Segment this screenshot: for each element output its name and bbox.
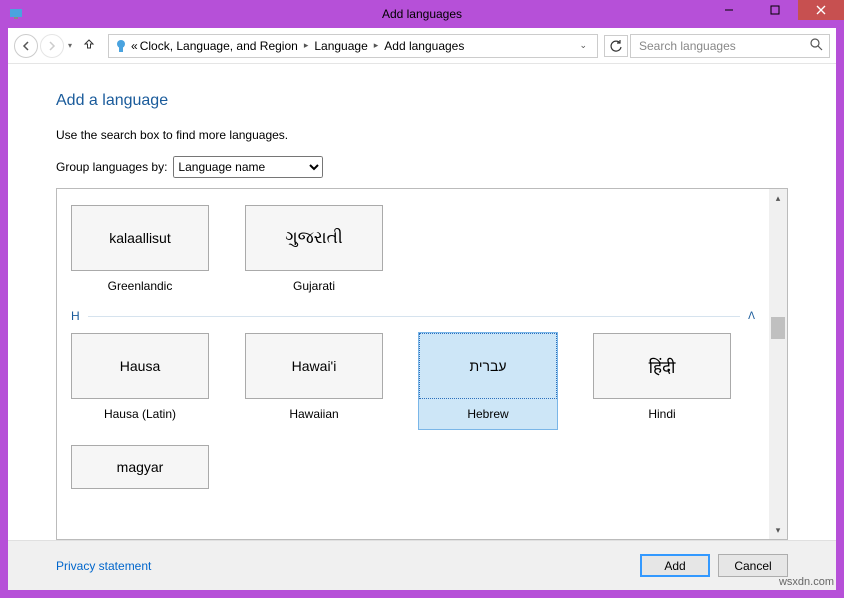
titlebar[interactable]: Add languages xyxy=(0,0,844,28)
language-name: Greenlandic xyxy=(71,279,209,293)
window-body: ▾ « Clock, Language, and Region ▸ Langua… xyxy=(8,28,836,590)
language-row: magyar xyxy=(71,445,755,489)
language-tile[interactable]: ગુજરાતી xyxy=(245,205,383,271)
minimize-button[interactable] xyxy=(706,0,752,20)
scroll-track[interactable] xyxy=(769,207,787,521)
scrollbar[interactable]: ▴ ▾ xyxy=(769,189,787,539)
group-by-select[interactable]: Language name xyxy=(173,156,323,178)
breadcrumb-item-language[interactable]: Language xyxy=(314,39,367,53)
language-item-hausa[interactable]: Hausa Hausa (Latin) xyxy=(71,333,209,429)
back-button[interactable] xyxy=(14,34,38,58)
search-icon xyxy=(810,38,823,54)
language-item-hebrew[interactable]: עברית Hebrew xyxy=(419,333,557,429)
location-icon xyxy=(113,38,129,54)
app-icon xyxy=(8,6,24,22)
language-item-hawaiian[interactable]: Hawai'i Hawaiian xyxy=(245,333,383,429)
language-row: Hausa Hausa (Latin) Hawai'i Hawaiian עבר… xyxy=(71,333,755,429)
language-tile[interactable]: Hausa xyxy=(71,333,209,399)
group-by-label: Group languages by: xyxy=(56,160,167,174)
language-name: Hausa (Latin) xyxy=(71,407,209,421)
language-item-gujarati[interactable]: ગુજરાતી Gujarati xyxy=(245,205,383,293)
cancel-button[interactable]: Cancel xyxy=(718,554,788,577)
refresh-button[interactable] xyxy=(604,35,628,57)
breadcrumb-item-add-languages[interactable]: Add languages xyxy=(384,39,464,53)
maximize-button[interactable] xyxy=(752,0,798,20)
language-tile[interactable]: kalaallisut xyxy=(71,205,209,271)
breadcrumb-dropdown-icon[interactable]: ⌄ xyxy=(573,40,593,51)
language-name: Hawaiian xyxy=(245,407,383,421)
breadcrumb[interactable]: « Clock, Language, and Region ▸ Language… xyxy=(108,34,598,58)
nav-row: ▾ « Clock, Language, and Region ▸ Langua… xyxy=(8,28,836,64)
section-header-h[interactable]: H ᐱ xyxy=(71,309,755,323)
language-row: kalaallisut Greenlandic ગુજરાતી Gujarati xyxy=(71,205,755,293)
close-button[interactable] xyxy=(798,0,844,20)
section-label: H xyxy=(71,309,80,323)
language-list-box: kalaallisut Greenlandic ગુજરાતી Gujarati… xyxy=(56,188,788,540)
language-item-hindi[interactable]: हिंदी Hindi xyxy=(593,333,731,429)
scroll-thumb[interactable] xyxy=(771,317,785,339)
privacy-link[interactable]: Privacy statement xyxy=(56,559,151,573)
language-name: Hindi xyxy=(593,407,731,421)
language-tile[interactable]: magyar xyxy=(71,445,209,489)
page-hint: Use the search box to find more language… xyxy=(56,128,788,142)
history-dropdown-icon[interactable]: ▾ xyxy=(68,41,72,50)
language-list-inner: kalaallisut Greenlandic ગુજરાતી Gujarati… xyxy=(57,189,769,539)
add-button[interactable]: Add xyxy=(640,554,710,577)
content-area: Add a language Use the search box to fin… xyxy=(8,64,836,540)
scroll-down-button[interactable]: ▾ xyxy=(769,521,787,539)
up-button[interactable] xyxy=(82,37,96,54)
watermark: wsxdn.com xyxy=(779,576,834,588)
collapse-caret-icon[interactable]: ᐱ xyxy=(748,311,755,322)
section-divider xyxy=(88,316,740,317)
breadcrumb-chevron-start: « xyxy=(131,39,138,53)
breadcrumb-item-clock-region[interactable]: Clock, Language, and Region xyxy=(140,39,298,53)
language-name: Gujarati xyxy=(245,279,383,293)
language-tile[interactable]: हिंदी xyxy=(593,333,731,399)
chevron-right-icon: ▸ xyxy=(374,40,379,51)
page-title: Add a language xyxy=(56,92,788,110)
language-item-greenlandic[interactable]: kalaallisut Greenlandic xyxy=(71,205,209,293)
language-item-magyar[interactable]: magyar xyxy=(71,445,209,489)
window-controls xyxy=(706,0,844,20)
chevron-right-icon: ▸ xyxy=(304,40,309,51)
scroll-up-button[interactable]: ▴ xyxy=(769,189,787,207)
group-by-row: Group languages by: Language name xyxy=(56,156,788,178)
forward-button[interactable] xyxy=(40,34,64,58)
search-box[interactable] xyxy=(630,34,830,58)
language-name: Hebrew xyxy=(419,407,557,429)
language-tile[interactable]: Hawai'i xyxy=(245,333,383,399)
language-tile[interactable]: עברית xyxy=(419,333,557,399)
search-input[interactable] xyxy=(637,38,810,54)
footer: Privacy statement Add Cancel xyxy=(8,540,836,590)
